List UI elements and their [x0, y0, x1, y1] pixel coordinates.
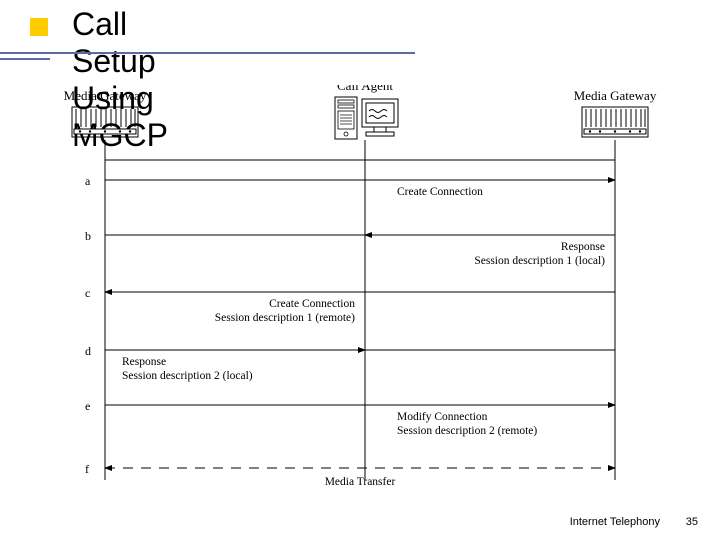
- call-agent-icon: [335, 97, 398, 139]
- diagram: Media Gateway Call Agent Media Gateway: [60, 85, 670, 505]
- msg-c-2: Session description 1 (remote): [215, 312, 355, 324]
- call-agent-label: Call Agent: [337, 85, 393, 93]
- media-gateway-left-icon: [72, 107, 138, 137]
- slide: Call Setup Using MGCP Media Gateway Call…: [0, 0, 720, 540]
- step-b: b: [85, 229, 91, 243]
- title-rule-1: [0, 52, 415, 54]
- msg-e-1: Modify Connection: [397, 411, 488, 423]
- msg-d-2: Session description 2 (local): [122, 370, 253, 382]
- footer-text: Internet Telephony: [570, 516, 660, 528]
- step-f: f: [85, 462, 89, 476]
- msg-c-1: Create Connection: [269, 298, 355, 310]
- step-c: c: [85, 286, 90, 300]
- msg-a: Create Connection: [397, 186, 483, 198]
- title-rule-2: [0, 58, 50, 60]
- msg-d-1: Response: [122, 356, 166, 368]
- page-number: 35: [686, 516, 698, 528]
- msg-e-2: Session description 2 (remote): [397, 425, 537, 437]
- step-d: d: [85, 344, 91, 358]
- msg-b-1: Response: [561, 241, 605, 253]
- left-gateway-label: Media Gateway: [64, 88, 147, 103]
- right-gateway-label: Media Gateway: [574, 88, 657, 103]
- step-e: e: [85, 399, 90, 413]
- step-a: a: [85, 174, 91, 188]
- title-bullet: [30, 18, 48, 36]
- msg-b-2: Session description 1 (local): [474, 255, 605, 267]
- msg-f: Media Transfer: [325, 476, 396, 488]
- media-gateway-right-icon: [582, 107, 648, 137]
